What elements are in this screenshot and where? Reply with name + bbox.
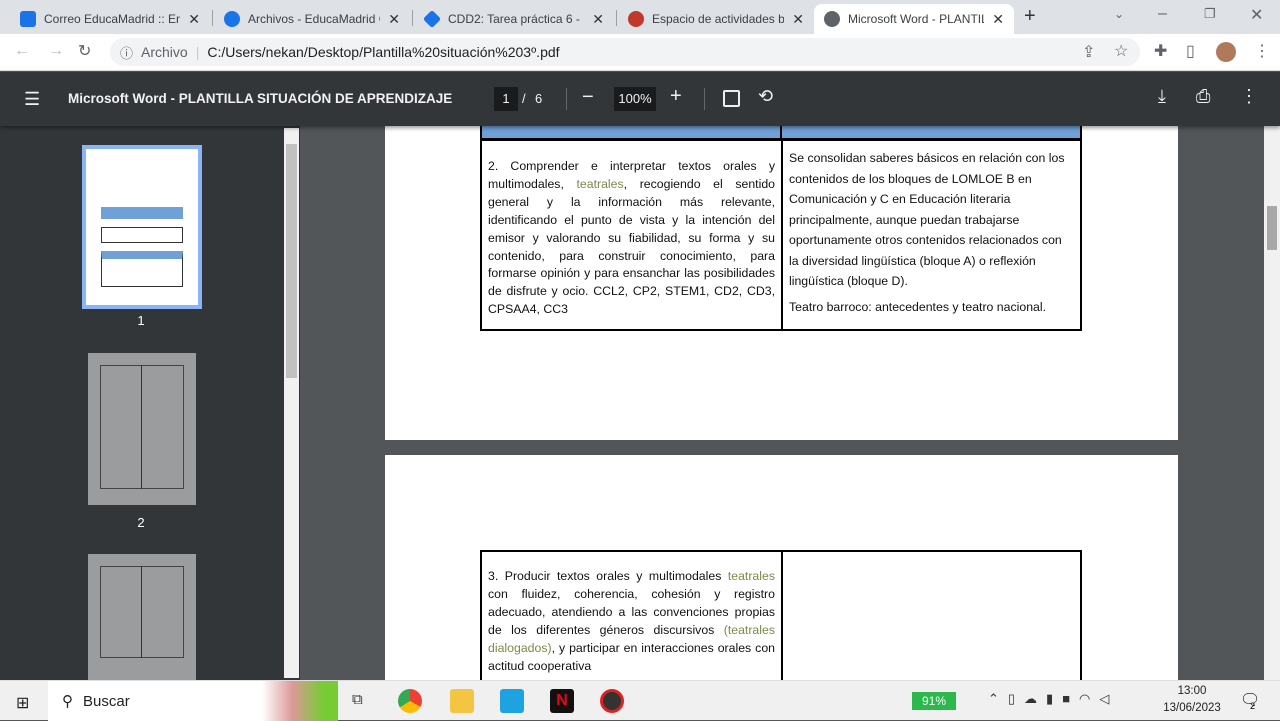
address-bar-row: ← → ↻ ⓘ Archivo | C:/Users/nekan/Desktop… (0, 34, 1280, 71)
page-thumbnail-2[interactable] (88, 353, 196, 505)
globe-icon (824, 11, 840, 27)
zoom-out-button[interactable]: − (582, 86, 594, 109)
moodle-icon (628, 11, 644, 27)
tab-strip: Correo EducaMadrid :: En ✕ Archivos - Edu… (0, 0, 1280, 34)
file-explorer-icon[interactable] (450, 689, 474, 713)
close-tab-icon[interactable]: ✕ (592, 11, 604, 28)
rotate-icon[interactable]: ⟲ (758, 86, 773, 107)
close-tab-icon[interactable]: ✕ (792, 11, 804, 28)
minimize-button[interactable]: – (1158, 5, 1167, 23)
page-total: 6 (535, 91, 543, 106)
thumbnail-sidebar: 1 2 (0, 126, 300, 680)
close-tab-icon[interactable]: ✕ (992, 11, 1004, 28)
chrome-menu-icon[interactable]: ⋮ (1254, 41, 1270, 61)
zoom-input[interactable]: 100% (614, 87, 656, 111)
windows-start-icon[interactable]: ⊞ (16, 693, 29, 713)
taskbar: ⊞ ⚲ Buscar ⧉ N 91% ⌃▯☁▮■◠◁ 13:00 13/06/20… (0, 680, 1280, 721)
saberes-cell: Se consolidan saberes básicos en relació… (781, 138, 1082, 332)
restore-button[interactable]: ❐ (1204, 6, 1216, 22)
cloud-icon (224, 11, 240, 27)
reload-button[interactable]: ↻ (78, 41, 91, 61)
bookmark-star-icon[interactable]: ☆ (1114, 41, 1128, 61)
zoom-in-button[interactable]: + (670, 85, 682, 108)
tab-archivos[interactable]: Archivos - EducaMadrid C ✕ (214, 4, 410, 34)
notification-count: 2 (1250, 701, 1256, 711)
page-thumbnail-1[interactable] (82, 145, 202, 309)
page-separator: / (522, 91, 526, 106)
thumbnail-label-2: 2 (137, 515, 145, 530)
address-input[interactable]: ⓘ Archivo | C:/Users/nekan/Desktop/Plant… (110, 38, 1140, 66)
more-options-icon[interactable]: ⋮ (1240, 86, 1258, 107)
info-icon[interactable]: ⓘ (120, 43, 133, 62)
prime-video-icon[interactable] (500, 689, 524, 713)
task-view-icon[interactable]: ⧉ (352, 691, 363, 708)
scheme-label: Archivo (141, 44, 188, 60)
pdf-toolbar: ☰ Microsoft Word - PLANTILLA SITUACIÓN D… (0, 72, 1280, 126)
extensions-icon[interactable]: ✚ (1154, 41, 1167, 61)
document-scrollbar-thumb[interactable] (1267, 206, 1277, 250)
pdf-page-2: 3. Producir textos orales y multimodales… (385, 455, 1178, 712)
print-icon[interactable]: ⎙ (1196, 86, 1210, 107)
search-icon: ⚲ (62, 693, 73, 710)
table-row: 2. Comprender e interpretar textos orale… (480, 138, 1082, 332)
tab-correo[interactable]: Correo EducaMadrid :: En ✕ (10, 4, 210, 34)
mail-icon (20, 11, 36, 27)
new-tab-button[interactable]: + (1024, 5, 1036, 28)
netflix-icon[interactable]: N (550, 689, 574, 713)
menu-icon[interactable]: ☰ (24, 89, 40, 110)
close-tab-icon[interactable]: ✕ (188, 11, 200, 28)
pdf-page-1: 2. Comprender e interpretar textos orale… (385, 126, 1178, 440)
app-icon[interactable] (600, 689, 624, 713)
tab-search-button[interactable]: ⌄ (1114, 7, 1124, 21)
tab-microsoft-word[interactable]: Microsoft Word - PLANTIL ✕ (814, 4, 1014, 34)
tab-cdd2[interactable]: CDD2: Tarea práctica 6 - M ✕ (414, 4, 614, 34)
forward-button[interactable]: → (48, 42, 64, 60)
document-scrollbar[interactable] (1264, 126, 1280, 680)
clock-time[interactable]: 13:00 (1160, 685, 1224, 697)
document-title: Microsoft Word - PLANTILLA SITUACIÓN DE … (68, 91, 453, 106)
share-icon[interactable]: ⇪ (1082, 42, 1095, 62)
side-panel-icon[interactable]: ▯ (1186, 41, 1195, 61)
competence-table: 2. Comprender e interpretar textos orale… (480, 138, 1082, 332)
close-window-button[interactable]: ✕ (1250, 5, 1263, 25)
sidebar-scrollbar[interactable] (284, 128, 299, 678)
chrome-taskbar-icon[interactable] (398, 689, 422, 713)
thumbnail-label-1: 1 (137, 313, 145, 328)
clock-date[interactable]: 13/06/2023 (1154, 702, 1230, 714)
tab-espacio[interactable]: Espacio de actividades ba ✕ (618, 4, 814, 34)
sidebar-scrollbar-thumb[interactable] (286, 144, 297, 378)
close-tab-icon[interactable]: ✕ (388, 11, 400, 28)
page-thumbnail-3[interactable] (88, 554, 196, 680)
url-text: C:/Users/nekan/Desktop/Plantilla%20situa… (207, 44, 560, 60)
page-number-input[interactable]: 1 (494, 87, 518, 111)
system-tray-icons[interactable]: ⌃▯☁▮■◠◁ (988, 691, 1118, 707)
battery-percentage: 91% (912, 692, 956, 710)
search-highlight-image (262, 681, 338, 721)
download-icon[interactable]: ⤓ (1158, 86, 1166, 107)
back-button[interactable]: ← (14, 42, 30, 60)
competence-cell: 2. Comprender e interpretar textos orale… (480, 138, 783, 332)
fit-page-icon[interactable] (723, 90, 740, 107)
profile-avatar[interactable] (1216, 42, 1236, 62)
graduation-cap-icon (422, 9, 442, 29)
